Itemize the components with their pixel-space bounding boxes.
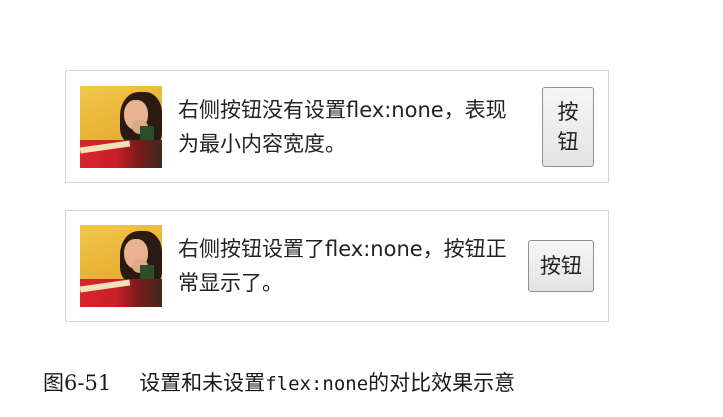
caption-code: flex:none (265, 373, 369, 395)
caption-text: 设置和未设置 (139, 371, 266, 395)
action-button[interactable]: 按钮 (542, 86, 594, 167)
avatar-photo (80, 225, 162, 307)
caption-text-end: 的对比效果示意 (368, 371, 516, 395)
figure-caption: 图6-51 设置和未设置flex:none的对比效果示意 (43, 368, 515, 399)
demo-box-with-flex-none: 右侧按钮设置了flex:none，按钮正常显示了。 按钮 (65, 210, 609, 322)
avatar-photo (80, 85, 162, 168)
action-button[interactable]: 按钮 (528, 240, 594, 292)
description-text: 右侧按钮设置了flex:none，按钮正常显示了。 (178, 237, 507, 295)
description-text: 右侧按钮没有设置flex:none，表现为最小内容宽度。 (178, 97, 507, 156)
figure-number: 图6-51 (43, 371, 112, 395)
demo-box-without-flex-none: 右侧按钮没有设置flex:none，表现为最小内容宽度。 按钮 (65, 70, 609, 183)
